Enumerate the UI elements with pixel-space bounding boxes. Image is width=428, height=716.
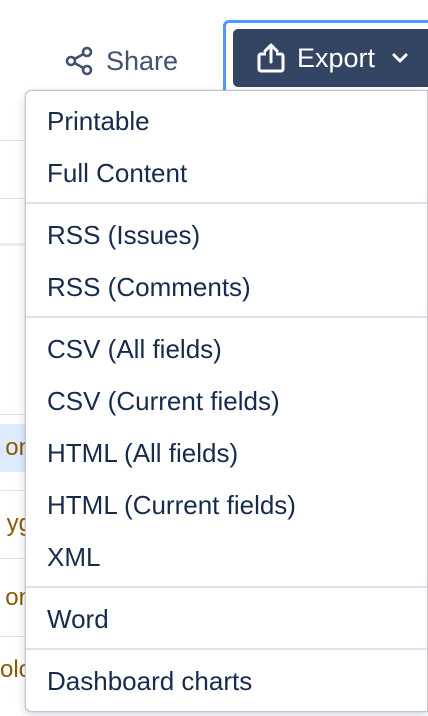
menu-item-dashboard-charts[interactable]: Dashboard charts xyxy=(26,655,427,707)
menu-item-csv-all-fields[interactable]: CSV (All fields) xyxy=(26,323,427,375)
upload-icon xyxy=(257,43,285,73)
export-dropdown-menu: Printable Full Content RSS (Issues) RSS … xyxy=(25,90,428,712)
menu-item-html-current-fields[interactable]: HTML (Current fields) xyxy=(26,479,427,531)
menu-divider xyxy=(26,202,427,204)
share-button[interactable]: Share xyxy=(64,38,178,84)
menu-item-full-content[interactable]: Full Content xyxy=(26,147,427,199)
menu-divider xyxy=(26,586,427,588)
share-label: Share xyxy=(106,45,179,76)
menu-item-html-all-fields[interactable]: HTML (All fields) xyxy=(26,427,427,479)
export-button[interactable]: Export xyxy=(233,29,428,87)
export-focus-ring: Export xyxy=(223,20,428,96)
menu-item-printable[interactable]: Printable xyxy=(26,95,427,147)
share-icon xyxy=(65,46,93,76)
menu-item-word[interactable]: Word xyxy=(26,593,427,645)
menu-divider xyxy=(26,648,427,650)
menu-item-csv-current-fields[interactable]: CSV (Current fields) xyxy=(26,375,427,427)
menu-item-rss-comments[interactable]: RSS (Comments) xyxy=(26,261,427,313)
menu-item-xml[interactable]: XML xyxy=(26,531,427,583)
menu-item-rss-issues[interactable]: RSS (Issues) xyxy=(26,209,427,261)
chevron-down-icon xyxy=(392,53,408,63)
export-label: Export xyxy=(297,42,376,73)
menu-divider xyxy=(26,316,427,318)
